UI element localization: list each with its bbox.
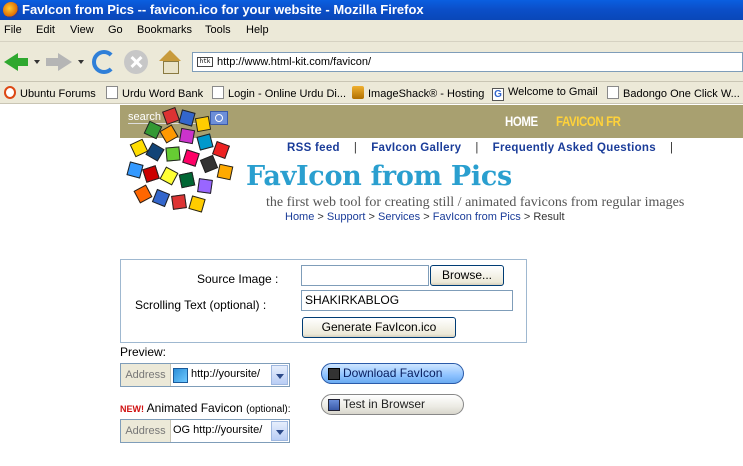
- menu-tools[interactable]: Tools: [205, 24, 231, 36]
- bookmarks-toolbar: Ubuntu Forums Urdu Word Bank Login - Onl…: [0, 82, 743, 104]
- menu-help[interactable]: Help: [246, 24, 269, 36]
- breadcrumb: Home > Support > Services > FavIcon from…: [285, 211, 565, 223]
- rss-feed-link[interactable]: RSS feed: [287, 142, 340, 154]
- window-title-bar: FavIcon from Pics -- favicon.ico for you…: [0, 0, 743, 20]
- download-favicon-button[interactable]: Download FavIcon: [321, 363, 464, 384]
- page-icon: [212, 86, 224, 99]
- new-badge: NEW!: [120, 404, 144, 414]
- animated-address-value: OG http://yoursite/: [173, 424, 263, 436]
- url-text: http://www.html-kit.com/favicon/: [217, 56, 372, 68]
- menu-bar: File Edit View Go Bookmarks Tools Help: [0, 20, 743, 42]
- browser-window-icon: [328, 399, 340, 411]
- site-nav-links: RSS feed | FavIcon Gallery | Frequently Aske…: [287, 142, 674, 154]
- upload-form: Source Image : Browse... Scrolling Text …: [120, 259, 527, 343]
- animated-address-combo[interactable]: Address OG http://yoursite/: [120, 419, 290, 443]
- page-tagline: the first web tool for creating still / …: [266, 195, 685, 210]
- chevron-down-icon[interactable]: [271, 365, 288, 385]
- breadcrumb-favicon-from-pics[interactable]: FavIcon from Pics: [433, 211, 521, 223]
- generate-favicon-button[interactable]: Generate FavIcon.ico: [302, 317, 456, 338]
- bookmark-gmail[interactable]: G Welcome to Gmail: [492, 86, 598, 101]
- bookmark-online-urdu[interactable]: Login - Online Urdu Di...: [212, 86, 346, 100]
- preview-address-value: http://yoursite/: [191, 368, 261, 380]
- ubuntu-icon: [4, 86, 16, 99]
- floppy-disk-icon: [328, 368, 340, 380]
- menu-go[interactable]: Go: [108, 24, 123, 36]
- forward-dropdown-icon[interactable]: [78, 60, 84, 64]
- site-favicon-icon: htk: [197, 57, 213, 67]
- forward-arrow-icon[interactable]: [46, 49, 72, 75]
- favicon-collage-logo: [124, 107, 234, 214]
- scrolling-text-label: Scrolling Text (optional) :: [135, 298, 267, 312]
- scrolling-text-input[interactable]: SHAKIRKABLOG: [301, 290, 513, 311]
- imageshack-icon: [352, 86, 364, 99]
- faq-link[interactable]: Frequently Asked Questions: [493, 142, 656, 154]
- breadcrumb-support[interactable]: Support: [327, 211, 366, 223]
- bookmark-badongo[interactable]: Badongo One Click W...: [607, 86, 740, 100]
- reload-icon[interactable]: [92, 50, 116, 74]
- bookmark-imageshack[interactable]: ImageShack® - Hosting: [352, 86, 484, 100]
- page-icon: [607, 86, 619, 99]
- address-label: Address: [121, 364, 171, 386]
- menu-file[interactable]: File: [4, 24, 22, 36]
- home-icon[interactable]: [158, 50, 182, 74]
- stop-icon[interactable]: [124, 50, 148, 74]
- bookmark-ubuntu-forums[interactable]: Ubuntu Forums: [4, 86, 96, 100]
- breadcrumb-services[interactable]: Services: [378, 211, 420, 223]
- window-title: FavIcon from Pics -- favicon.ico for you…: [22, 2, 424, 17]
- preview-label: Preview:: [120, 345, 167, 359]
- back-arrow-icon[interactable]: [4, 49, 30, 75]
- chevron-down-icon[interactable]: [271, 421, 288, 441]
- source-image-input[interactable]: [301, 265, 429, 286]
- animated-favicon-label: NEW! Animated Favicon (optional):: [120, 401, 291, 415]
- page-icon: [106, 86, 118, 99]
- menu-view[interactable]: View: [70, 24, 94, 36]
- test-in-browser-button[interactable]: Test in Browser: [321, 394, 464, 415]
- breadcrumb-result: Result: [533, 211, 565, 223]
- favicon-gallery-link[interactable]: FavIcon Gallery: [371, 142, 461, 154]
- url-input[interactable]: htk http://www.html-kit.com/favicon/: [192, 52, 743, 72]
- back-dropdown-icon[interactable]: [34, 60, 40, 64]
- favicon-preview-icon: [173, 368, 188, 383]
- firefox-icon: [3, 2, 19, 18]
- browse-button[interactable]: Browse...: [430, 265, 504, 286]
- preview-address-combo[interactable]: Address http://yoursite/: [120, 363, 290, 387]
- gmail-icon: G: [492, 88, 504, 101]
- address-label: Address: [121, 420, 171, 442]
- page-content: search HOME FAVICON FR RSS feed | FavIcon …: [0, 105, 743, 466]
- source-image-label: Source Image :: [197, 272, 279, 286]
- page-title: FavIcon from Pics: [246, 161, 512, 192]
- breadcrumb-home[interactable]: Home: [285, 211, 314, 223]
- site-favicon-link[interactable]: FAVICON FR: [556, 113, 621, 129]
- site-home-link[interactable]: HOME: [505, 113, 538, 129]
- menu-bookmarks[interactable]: Bookmarks: [137, 24, 192, 36]
- menu-edit[interactable]: Edit: [36, 24, 55, 36]
- bookmark-urdu-word-bank[interactable]: Urdu Word Bank: [106, 86, 203, 100]
